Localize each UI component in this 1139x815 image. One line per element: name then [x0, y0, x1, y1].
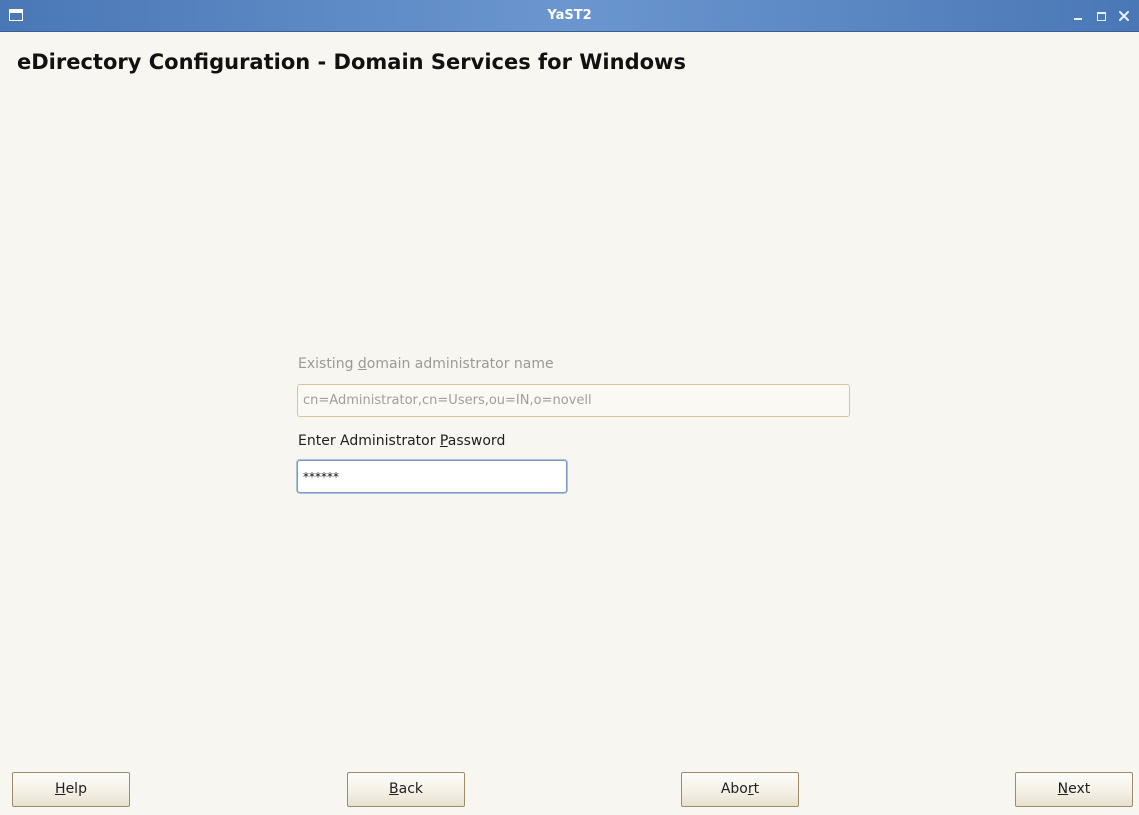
abort-button-label-pre: Abo	[720, 781, 748, 797]
abort-button[interactable]: Abort	[681, 772, 799, 807]
abort-button-label: t	[753, 781, 760, 797]
admin-name-label-rest: omain administrator name	[366, 356, 554, 372]
next-button-mnemonic: N	[1057, 781, 1069, 797]
password-label-text: Enter Administrator	[298, 433, 440, 449]
back-button-mnemonic: B	[389, 781, 399, 797]
admin-name-label-mnemonic: d	[357, 356, 367, 372]
admin-name-label: Existing domain administrator name	[298, 356, 554, 372]
password-field[interactable]	[297, 460, 567, 493]
close-icon[interactable]	[1117, 9, 1131, 23]
password-label: Enter Administrator Password	[298, 433, 505, 449]
yast-window: YaST2 eDirectory Configuration - Domain …	[0, 0, 1139, 815]
help-button-mnemonic: H	[55, 781, 66, 797]
password-label-rest: assword	[447, 433, 506, 449]
admin-name-field	[297, 384, 850, 417]
window-title: YaST2	[547, 8, 592, 23]
help-button-label: elp	[65, 781, 87, 797]
title-bar[interactable]: YaST2	[0, 0, 1139, 32]
back-button-label: ack	[398, 781, 423, 797]
password-label-mnemonic: P	[439, 433, 448, 449]
next-button-label: ext	[1068, 781, 1091, 797]
admin-name-label-text: Existing	[298, 356, 358, 372]
page-title: eDirectory Configuration - Domain Servic…	[17, 50, 686, 74]
minimize-icon[interactable]	[1071, 9, 1085, 23]
window-controls	[1071, 0, 1131, 31]
maximize-icon[interactable]	[1094, 9, 1108, 23]
back-button[interactable]: Back	[347, 772, 465, 807]
next-button[interactable]: Next	[1015, 772, 1133, 807]
help-button[interactable]: Help	[12, 772, 130, 807]
